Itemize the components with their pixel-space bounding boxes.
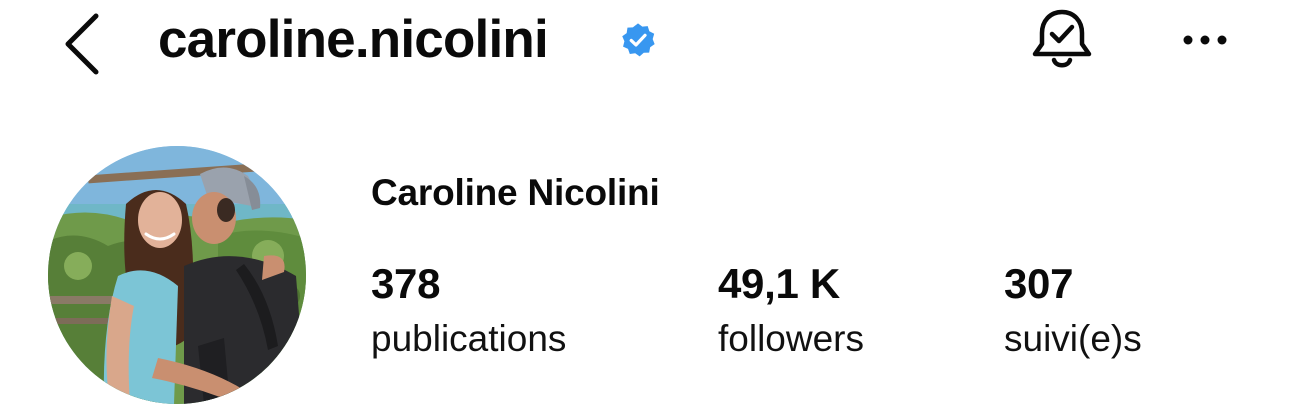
- posts-count: 378: [371, 260, 441, 307]
- profile-full-name: Caroline Nicolini: [371, 172, 660, 213]
- profile-username: caroline.nicolini: [158, 10, 549, 69]
- profile-avatar[interactable]: [48, 146, 306, 404]
- following-count-stat[interactable]: 307 suivi(e)s: [1004, 258, 1142, 362]
- following-label: suivi(e)s: [1004, 318, 1142, 359]
- following-count: 307: [1004, 260, 1074, 307]
- more-options-button[interactable]: [1178, 22, 1232, 58]
- followers-label: followers: [718, 318, 864, 359]
- chevron-left-icon: [65, 13, 99, 75]
- followers-count-stat[interactable]: 49,1 K followers: [718, 258, 864, 362]
- followers-count: 49,1 K: [718, 260, 840, 307]
- bell-check-icon: [1032, 9, 1092, 68]
- more-horizontal-icon: [1183, 35, 1227, 45]
- profile-header: caroline.nicolini: [0, 0, 1290, 90]
- avatar-photo: [48, 146, 306, 404]
- back-button[interactable]: [58, 6, 108, 76]
- verified-badge-icon: [622, 23, 655, 57]
- notifications-button[interactable]: [1030, 6, 1094, 74]
- posts-count-stat[interactable]: 378 publications: [371, 258, 566, 362]
- posts-label: publications: [371, 318, 567, 359]
